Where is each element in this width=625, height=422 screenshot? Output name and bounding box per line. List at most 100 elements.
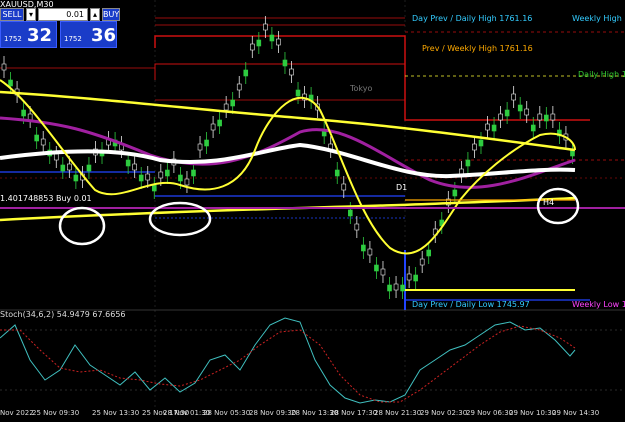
x-tick-label: 28 Nov 05:30 <box>203 409 251 417</box>
x-tick-label: 29 Nov 02:30 <box>420 409 468 417</box>
session-tokyo-label: Tokyo <box>350 84 373 93</box>
candle-body <box>125 159 131 167</box>
candle-body <box>230 99 235 107</box>
candle-body <box>138 174 144 182</box>
candle-body <box>289 68 294 76</box>
candle-body <box>60 164 66 172</box>
candle-body <box>191 169 196 177</box>
annotation-circles <box>58 187 580 246</box>
lot-size-input[interactable]: 0.01 <box>38 8 88 21</box>
candle-body <box>263 23 268 31</box>
x-tick-label: 28 Nov 17:30 <box>330 409 378 417</box>
stochastic-label: Stoch(34,6,2) 54.9479 67.6656 <box>0 310 126 319</box>
price-chart[interactable] <box>0 0 625 422</box>
candle-body <box>367 248 373 256</box>
candle-body <box>132 163 137 171</box>
candle-body <box>465 159 471 167</box>
candle-body <box>249 43 255 51</box>
d1-label: D1 <box>396 183 408 192</box>
sell-price-prefix: 1752 <box>4 35 22 43</box>
x-tick-label: 28 Nov 21:30 <box>374 409 422 417</box>
candle-body <box>530 124 536 132</box>
moving-averages <box>0 75 625 291</box>
candle-body <box>517 104 523 112</box>
daily-high-label: Day Prev / Daily High 1761.16 <box>412 14 533 23</box>
candle-body <box>544 114 549 122</box>
candle-body <box>67 163 72 171</box>
x-tick-label: Nov 2022 <box>0 409 34 417</box>
candle-body <box>40 138 46 146</box>
one-click-trade-panel: SELL ▾ 0.01 ▴ BUY 1752 32 1752 36 <box>0 8 120 48</box>
daily-low-label: Day Prev / Daily Low 1745.97 <box>412 300 530 309</box>
candle-body <box>86 164 92 172</box>
x-tick-label: 29 Nov 10:30 <box>509 409 557 417</box>
candle-body <box>498 113 503 121</box>
buy-price-prefix: 1752 <box>64 35 82 43</box>
candle-body <box>8 79 13 87</box>
candle-body <box>400 284 405 292</box>
candle-body <box>413 274 418 282</box>
candle-body <box>276 38 281 46</box>
candle-body <box>406 273 412 281</box>
candle-body <box>21 109 26 117</box>
candle-body <box>210 123 216 131</box>
candle-body <box>426 249 432 257</box>
chart-grid <box>0 0 625 408</box>
stochastic-panel <box>0 317 625 404</box>
candle-body <box>550 113 556 121</box>
candle-body <box>256 39 262 47</box>
candle-body <box>204 139 209 147</box>
candle-body <box>334 169 340 177</box>
h4-label: H4 <box>543 198 555 207</box>
buy-button[interactable]: 1752 36 <box>60 21 117 48</box>
candle-body <box>197 143 203 151</box>
lot-increase-button[interactable]: ▴ <box>90 8 100 21</box>
candle-body <box>73 174 79 182</box>
candle-body <box>354 223 360 231</box>
candle-body <box>236 83 242 91</box>
candle-body <box>452 189 458 197</box>
candle-body <box>485 123 490 131</box>
x-tick-label: 25 Nov 13:30 <box>92 409 140 417</box>
candle-body <box>341 183 347 191</box>
candle-body <box>217 119 222 127</box>
candle-body <box>511 93 516 101</box>
candle-body <box>1 63 7 71</box>
weekly-high-label: Weekly High 17 <box>572 14 625 23</box>
buy-label[interactable]: BUY <box>102 8 120 21</box>
candle-body <box>145 173 151 181</box>
candle-body <box>295 89 301 97</box>
x-tick-label: 29 Nov 14:30 <box>552 409 600 417</box>
candle-body <box>223 103 229 111</box>
candle-body <box>491 124 497 132</box>
candle-body <box>393 283 399 291</box>
prev-weekly-high-label: Prev / Weekly High 1761.16 <box>422 44 533 53</box>
x-tick-label: 29 Nov 06:30 <box>466 409 514 417</box>
candle-body <box>374 264 379 272</box>
candle-body <box>361 244 366 252</box>
candle-body <box>184 178 190 186</box>
candle-body <box>243 69 249 77</box>
candle-body <box>34 134 39 142</box>
daily-high-current-label: Daily High 176 <box>578 70 625 79</box>
candle-body <box>472 143 477 151</box>
candle-body <box>282 59 288 67</box>
candlesticks <box>1 16 575 299</box>
lot-decrease-button[interactable]: ▾ <box>26 8 36 21</box>
weekly-low-label: Weekly Low 17 <box>572 300 625 309</box>
x-tick-label: 28 Nov 09:30 <box>249 409 297 417</box>
candle-body <box>178 174 183 182</box>
candle-body <box>380 268 386 276</box>
sell-label[interactable]: SELL <box>0 8 24 21</box>
sell-button[interactable]: 1752 32 <box>0 21 57 48</box>
candle-body <box>348 209 353 217</box>
candle-body <box>158 171 164 179</box>
candle-body <box>419 258 425 266</box>
yellow-ma-slow <box>0 90 576 152</box>
buy-order-line-label[interactable]: 1.401748853 Buy 0.01 <box>0 194 92 203</box>
buy-price-pips: 36 <box>91 25 117 46</box>
sell-price-pips: 32 <box>27 25 53 46</box>
candle-body <box>537 113 543 121</box>
candle-body <box>524 108 530 116</box>
candle-body <box>165 169 170 177</box>
